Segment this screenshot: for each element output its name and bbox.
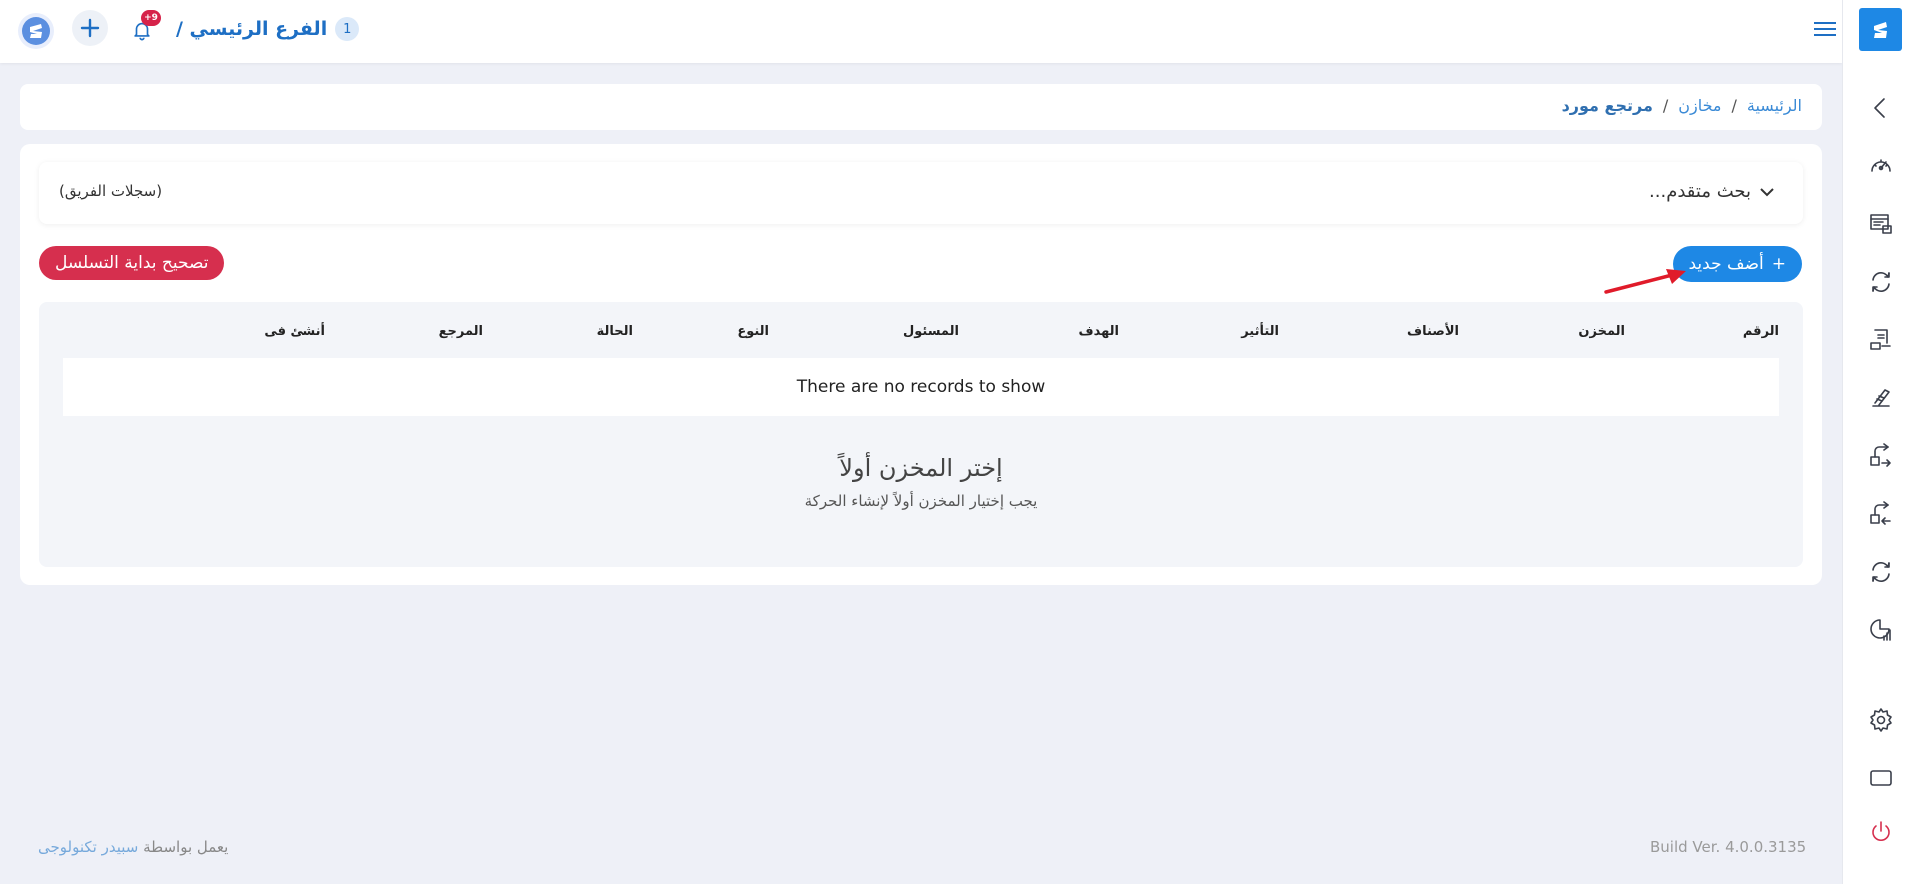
branch-number-badge: 1 [335,17,360,41]
tools-icon[interactable] [1867,384,1895,412]
quick-add-button[interactable] [72,10,108,46]
breadcrumb-current: مرتجع مورد [1561,96,1653,115]
warehouse-icon[interactable] [1867,210,1895,238]
menu-icon[interactable] [1814,18,1836,40]
breadcrumb-card: الرئيسية / مخازن / مرتجع مورد [20,84,1822,130]
powered-by-label: يعمل بواسطة [143,838,229,856]
plus-icon: + [1771,254,1786,274]
sync-icon[interactable] [1867,268,1895,296]
column-header-effect[interactable]: التأثير [1241,324,1279,339]
table-header: الرقم المخزن الأصناف التأثير الهدف المسئ… [63,302,1779,358]
column-header-store[interactable]: المخزن [1578,324,1625,339]
brand-link[interactable]: سبيدر تكنولوجى [38,838,138,856]
plus-icon [80,18,100,38]
collapse-chevron-icon[interactable] [1867,94,1895,122]
sidebar [1842,0,1919,884]
power-icon[interactable] [1867,818,1895,846]
advanced-search-label: بحث متقدم... [1649,181,1751,202]
advanced-search-toggle[interactable]: بحث متقدم... [1649,181,1775,202]
records-table: الرقم المخزن الأصناف التأثير الهدف المسئ… [39,302,1803,567]
notifications-button[interactable]: +9 [124,10,161,48]
empty-table-row: There are no records to show [63,358,1779,416]
team-logs-link[interactable]: (سجلات الفريق) [59,182,162,200]
breadcrumb-separator: / [1731,96,1737,115]
annotation-arrow-icon [1604,269,1686,294]
add-new-button[interactable]: + أضف جديد [1672,246,1802,282]
branch-selector[interactable]: 1 الفرع الرئيسي / [176,14,360,44]
settings-gear-icon[interactable] [1867,706,1895,734]
build-version: Build Ver. 4.0.0.3135 [1650,838,1807,856]
advanced-search-panel: بحث متقدم... (سجلات الفريق) [39,162,1803,224]
column-header-target[interactable]: الهدف [1078,324,1119,339]
chevron-down-icon [1760,187,1774,196]
app-logo-icon[interactable] [18,13,54,49]
column-header-status[interactable]: الحالة [597,324,633,339]
breadcrumb-stores-link[interactable]: مخازن [1678,96,1721,115]
column-header-number[interactable]: الرقم [1743,324,1779,339]
column-header-items[interactable]: الأصناف [1407,324,1459,339]
column-header-reference[interactable]: المرجع [439,324,483,339]
dashboard-speedometer-icon[interactable] [1867,152,1895,180]
fix-sequence-button[interactable]: تصحيح بداية التسلسل [39,246,225,280]
breadcrumb-home-link[interactable]: الرئيسية [1747,96,1802,115]
notification-badge: +9 [141,10,161,26]
powered-by: يعمل بواسطة سبيدر تكنولوجى [38,838,228,856]
transfer-out-icon[interactable] [1867,442,1895,470]
empty-state-subtitle: يجب إختيار المخزن أولاً لإنشاء الحركة [804,492,1038,510]
sidebar-logo-icon[interactable] [1859,8,1902,51]
transfer-in-icon[interactable] [1867,500,1895,528]
branch-title: الفرع الرئيسي / [176,18,328,40]
report-chart-icon[interactable] [1867,616,1895,644]
column-header-type[interactable]: النوع [737,324,769,339]
breadcrumb-separator: / [1662,96,1669,115]
empty-state-title: إختر المخزن أولاً [839,454,1003,482]
invoice-icon[interactable] [1867,326,1895,354]
main-card: بحث متقدم... (سجلات الفريق) + أضف جديد ت… [20,144,1822,585]
top-bar: +9 1 الفرع الرئيسي / [0,0,1842,63]
screen-icon[interactable] [1867,764,1895,792]
column-header-created-at[interactable]: أنشئ فى [264,324,325,339]
refresh-icon[interactable] [1867,558,1895,586]
column-header-responsible[interactable]: المسئول [903,324,959,339]
breadcrumb: الرئيسية / مخازن / مرتجع مورد [1562,96,1802,115]
add-new-label: أضف جديد [1688,254,1764,274]
